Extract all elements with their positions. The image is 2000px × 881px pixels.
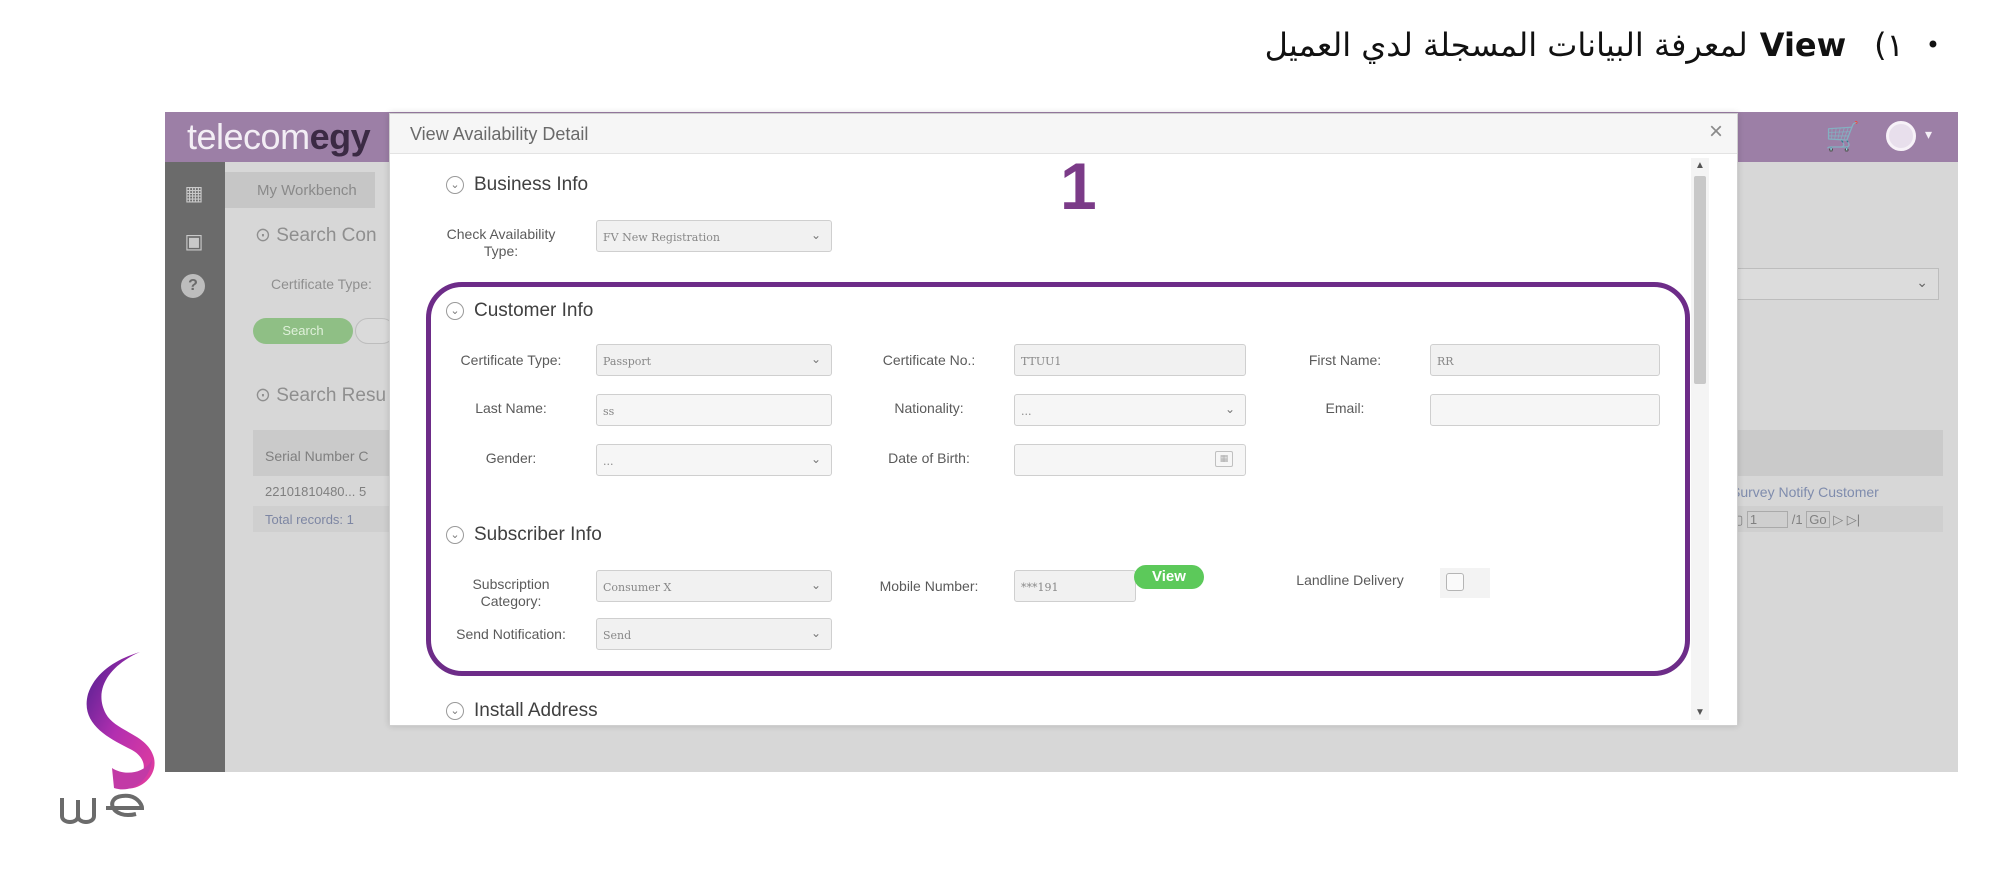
chevron-down-icon: ⊙	[255, 225, 277, 246]
dialog-title: View Availability Detail	[410, 124, 589, 144]
chevron-down-icon[interactable]: ⌄	[446, 702, 464, 720]
scroll-thumb[interactable]	[1694, 176, 1706, 384]
instruction-heading: • ١) View لمعرفة البيانات المسجلة لدي ال…	[1265, 22, 1940, 68]
search-conditions-title: ⊙ Search Con	[255, 225, 377, 246]
chevron-down-icon[interactable]: ▾	[1925, 126, 1932, 143]
certificate-type-select[interactable]: ⌄	[1731, 268, 1939, 300]
check-availability-type-label: Check Availability Type:	[446, 226, 556, 259]
chevron-down-icon: ⊙	[255, 385, 277, 406]
scroll-up-icon[interactable]: ▲	[1695, 160, 1705, 171]
dashboard-icon[interactable]: ▦	[181, 182, 207, 206]
brand-logo: telecomegy	[187, 116, 371, 157]
chevron-down-icon: ⌄	[1916, 274, 1928, 290]
help-icon[interactable]: ?	[181, 274, 205, 298]
avatar[interactable]	[1886, 121, 1916, 151]
scrollbar[interactable]: ▲ ▼	[1691, 158, 1709, 720]
close-icon[interactable]: ×	[1709, 118, 1723, 146]
cart-icon[interactable]: 🛒	[1825, 120, 1860, 153]
heading-keyword: View	[1759, 26, 1847, 64]
table-row[interactable]: 22101810480... 5	[265, 484, 366, 499]
certificate-type-label: Certificate Type:	[271, 276, 372, 292]
heading-text: لمعرفة البيانات المسجلة لدي العميل	[1264, 26, 1748, 64]
highlight-frame	[426, 282, 1690, 676]
bullet: •	[1925, 31, 1940, 59]
step-number: ١)	[1874, 26, 1904, 64]
install-address-title[interactable]: ⌄ Install Address	[446, 700, 598, 722]
we-logo	[60, 652, 155, 824]
chevron-down-icon: ⌄	[810, 228, 821, 242]
search-results-title: ⊙ Search Resu	[255, 385, 387, 406]
step-marker: 1	[1060, 149, 1097, 223]
business-info-title[interactable]: ⌄ Business Info	[446, 174, 588, 196]
inbox-icon[interactable]: ▣	[181, 230, 207, 254]
chevron-down-icon[interactable]: ⌄	[446, 176, 464, 194]
total-records: Total records: 1	[265, 512, 354, 527]
check-availability-type-select[interactable]: FV New Registration ⌄	[596, 220, 832, 252]
search-button[interactable]: Search	[253, 318, 353, 344]
scroll-down-icon[interactable]: ▼	[1695, 707, 1705, 718]
survey-notify-link[interactable]: Survey Notify Customer	[1731, 484, 1879, 500]
tab-my-workbench[interactable]: My Workbench	[225, 172, 375, 208]
serial-number-header: Serial Number C	[265, 448, 369, 464]
pager[interactable]: ▢ 1 /1 Go ▷ ▷|	[1731, 511, 1860, 528]
view-availability-dialog: View Availability Detail × ▲ ▼ 1 ⌄ Busine…	[389, 113, 1738, 726]
